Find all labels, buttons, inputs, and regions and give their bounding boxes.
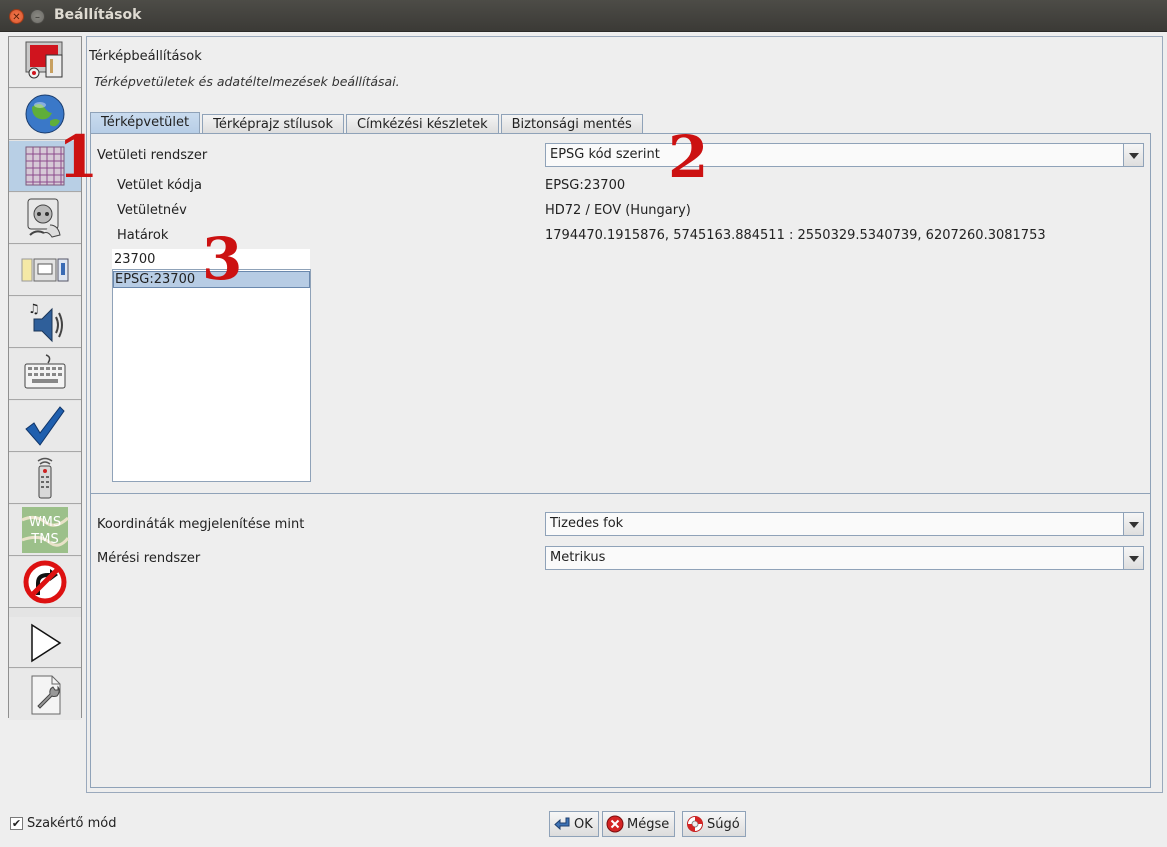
projection-bounds-value: 1794470.1915876, 5745163.884511 : 255032…	[545, 228, 1046, 243]
measurement-system-value: Metrikus	[550, 550, 606, 565]
ok-button-label: OK	[574, 816, 593, 832]
epsg-code-list[interactable]: EPSG:23700	[112, 269, 311, 482]
sidebar-item-imagery[interactable]: WMS TMS	[9, 505, 81, 556]
tab-map-paint-styles[interactable]: Térképrajz stílusok	[202, 114, 344, 134]
draw-triangle-icon	[31, 623, 62, 663]
ok-button[interactable]: OK	[549, 811, 599, 837]
panel-subtitle: Térképvetületek és adatéltelmezések beál…	[94, 74, 400, 89]
annotation-marker-2: 2	[668, 123, 709, 191]
coordinates-format-combo[interactable]: Tizedes fok	[545, 512, 1144, 536]
sidebar-item-audio[interactable]: ♫	[9, 297, 81, 348]
projection-tab-content: Vetületi rendszer EPSG kód szerint Vetül…	[90, 133, 1151, 788]
sidebar-item-display[interactable]	[9, 37, 81, 88]
cancel-button[interactable]: Mégse	[602, 811, 676, 837]
annotation-marker-1: 1	[58, 123, 99, 191]
preferences-dialog: ♫ WMS TMS Térképbeállítások Térképvetüle…	[0, 32, 1167, 847]
measurement-system-combo[interactable]: Metrikus	[545, 546, 1144, 570]
chevron-down-icon[interactable]	[1123, 513, 1143, 535]
audio-speaker-icon: ♫	[28, 302, 63, 343]
expert-mode-toggle[interactable]: ✔ Szakértő mód	[10, 816, 117, 831]
minimize-window-icon[interactable]: –	[30, 9, 45, 24]
display-preferences-icon	[25, 41, 63, 79]
chevron-down-icon[interactable]	[1123, 547, 1143, 569]
annotation-marker-3: 3	[202, 225, 243, 293]
sidebar-item-validator[interactable]	[9, 401, 81, 452]
keyboard-shortcuts-icon	[24, 354, 66, 389]
projection-code-label: Vetület kódja	[117, 178, 202, 193]
lifebuoy-help-icon	[687, 816, 703, 832]
plugin-socket-icon	[27, 198, 61, 238]
coordinates-format-value: Tizedes fok	[550, 516, 624, 531]
panel-title: Térképbeállítások	[89, 49, 202, 64]
coordinates-format-label: Koordináták megjelenítése mint	[97, 517, 305, 532]
projection-system-combo[interactable]: EPSG kód szerint	[545, 143, 1144, 167]
projection-system-value: EPSG kód szerint	[550, 147, 660, 162]
window-titlebar: ✕ – Beállítások	[0, 0, 1167, 32]
tab-bar: Térképvetület Térképrajz stílusok Címkéz…	[90, 110, 645, 134]
measurement-system-label: Mérési rendszer	[97, 551, 201, 566]
cancel-x-icon	[606, 815, 624, 833]
tab-backup[interactable]: Biztonsági mentés	[500, 114, 643, 134]
projection-bounds-label: Határok	[117, 228, 169, 243]
sidebar-item-advanced[interactable]	[9, 669, 81, 720]
projection-code-value: EPSG:23700	[545, 178, 626, 193]
sidebar-item-shortcuts[interactable]	[9, 349, 81, 400]
help-button-label: Súgó	[707, 816, 740, 832]
svg-text:♫: ♫	[28, 302, 40, 317]
tab-projection[interactable]: Térképvetület	[90, 112, 201, 134]
help-button[interactable]: Súgó	[682, 811, 746, 837]
projection-system-label: Vetületi rendszer	[97, 148, 208, 163]
projection-name-value: HD72 / EOV (Hungary)	[545, 203, 691, 218]
validator-checkmark-icon	[25, 406, 65, 446]
advanced-settings-icon	[31, 675, 61, 714]
window-title: Beállítások	[54, 7, 142, 23]
presets-folder-icon	[21, 258, 69, 282]
sidebar-item-restrictions[interactable]	[9, 557, 81, 608]
projection-name-label: Vetületnév	[117, 203, 187, 218]
sidebar-item-plugins[interactable]	[9, 193, 81, 244]
wms-tms-imagery-icon: WMS TMS	[21, 507, 69, 553]
tab-tagging-presets[interactable]: Címkézési készletek	[345, 114, 499, 134]
sidebar-item-presets[interactable]	[9, 245, 81, 296]
sidebar-item-draw[interactable]	[9, 617, 81, 668]
remote-control-icon	[37, 457, 53, 499]
settings-panel: Térképbeállítások Térképvetületek és ada…	[86, 36, 1163, 793]
ok-arrow-icon	[554, 817, 570, 831]
no-turn-restriction-icon	[23, 560, 67, 604]
sidebar-item-remote-control[interactable]	[9, 453, 81, 504]
chevron-down-icon[interactable]	[1123, 144, 1143, 166]
close-window-icon[interactable]: ✕	[9, 9, 24, 24]
cancel-button-label: Mégse	[627, 816, 670, 832]
checkbox-checked-icon[interactable]: ✔	[10, 817, 23, 830]
section-divider	[91, 493, 1150, 494]
expert-mode-label: Szakértő mód	[27, 816, 117, 831]
